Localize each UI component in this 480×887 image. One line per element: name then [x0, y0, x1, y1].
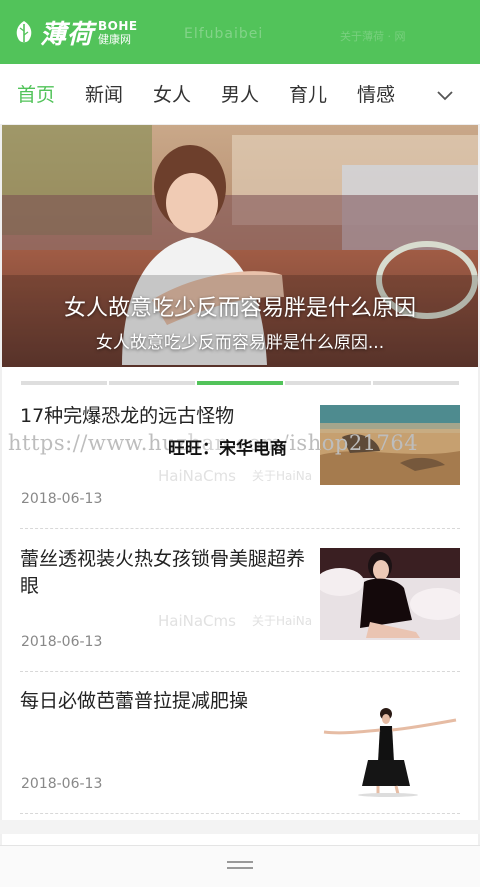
slider-dot-3-active[interactable]: [197, 381, 283, 385]
news-title[interactable]: 17种完爆恐龙的远古怪物: [20, 403, 306, 430]
site-logo[interactable]: 薄荷 BOHE 健康网: [14, 14, 138, 50]
nav-item-men[interactable]: 男人: [221, 84, 259, 106]
news-title[interactable]: 蕾丝透视装火热女孩锁骨美腿超养眼: [20, 546, 306, 600]
drag-handle-icon[interactable]: [227, 861, 253, 863]
ghost-tag-watermark: 关于HaiNa: [252, 614, 313, 628]
category-nav: 首页 新闻 女人 男人 育儿 情感: [0, 64, 480, 125]
nav-item-news[interactable]: 新闻: [85, 84, 123, 106]
logo-text: 薄荷: [40, 19, 95, 50]
logo-tagline: 健康网: [98, 32, 132, 46]
slider-dot-2[interactable]: [109, 381, 195, 385]
leaf-icon: [16, 21, 32, 43]
bottom-band: [0, 820, 480, 834]
bottom-drawer-handle-bar[interactable]: [0, 845, 480, 887]
news-date: 2018-06-13: [21, 776, 103, 792]
slider-dot-4[interactable]: [285, 381, 371, 385]
nav-item-home[interactable]: 首页: [17, 84, 55, 106]
slider-dot-1[interactable]: [21, 381, 107, 385]
banner-title[interactable]: 女人故意吃少反而容易胖是什么原因: [0, 290, 480, 322]
news-thumbnail[interactable]: [320, 702, 460, 798]
news-list-item[interactable]: 17种完爆恐龙的远古怪物 2018-06-13: [20, 403, 460, 529]
news-date: 2018-06-13: [21, 634, 103, 650]
chevron-down-icon[interactable]: [436, 88, 454, 104]
news-date: 2018-06-13: [21, 491, 103, 507]
ghost-tag-watermark: 关于HaiNa: [252, 469, 313, 483]
slider-dot-5[interactable]: [373, 381, 459, 385]
ghost-brand-watermark: HaiNaCms: [158, 467, 236, 485]
news-list-item[interactable]: 每日必做芭蕾普拉提减肥操 2018-06-13: [20, 688, 460, 814]
ghost-brand-watermark: HaiNaCms: [158, 612, 236, 630]
drag-handle-icon[interactable]: [227, 867, 253, 869]
header-watermark-secondary: 关于薄荷 · 网: [340, 30, 406, 43]
header-watermark: Elfubaibei: [184, 26, 264, 42]
banner-subtitle: 女人故意吃少反而容易胖是什么原因...: [95, 333, 385, 353]
logo-english: BOHE: [98, 18, 138, 33]
news-title[interactable]: 每日必做芭蕾普拉提减肥操: [20, 688, 306, 715]
news-thumbnail[interactable]: [320, 548, 460, 640]
nav-item-emotion[interactable]: 情感: [357, 84, 395, 106]
logo-subtext: BOHE 健康网: [98, 20, 138, 45]
nav-item-women[interactable]: 女人: [153, 84, 191, 106]
contact-watermark: 旺旺：宋华电商: [168, 434, 287, 459]
news-list-item[interactable]: 蕾丝透视装火热女孩锁骨美腿超养眼 2018-06-13: [20, 546, 460, 672]
nav-item-parenting[interactable]: 育儿: [289, 84, 327, 106]
site-header: 薄荷 BOHE 健康网 Elfubaibei 关于薄荷 · 网: [0, 0, 480, 64]
